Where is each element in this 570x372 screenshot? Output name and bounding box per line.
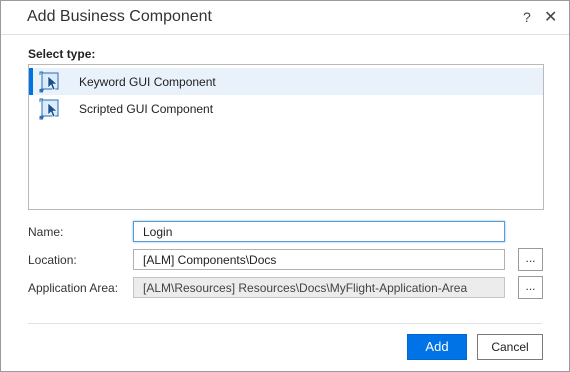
cancel-button[interactable]: Cancel — [477, 334, 543, 360]
type-item-label: Scripted GUI Component — [79, 102, 214, 116]
dialog-title: Add Business Component — [27, 8, 212, 25]
component-type-list[interactable]: Keyword GUI Component Scripted GUI Compo… — [28, 64, 544, 210]
add-business-component-dialog: Add Business Component ? ✕ Select type: … — [0, 0, 570, 372]
help-icon[interactable]: ? — [523, 9, 531, 25]
location-label: Location: — [28, 253, 77, 267]
name-label: Name: — [28, 225, 64, 239]
scripted-component-icon — [39, 98, 61, 120]
type-item-scripted-gui[interactable]: Scripted GUI Component — [29, 95, 543, 122]
close-icon[interactable]: ✕ — [544, 7, 557, 27]
type-item-label: Keyword GUI Component — [79, 75, 216, 89]
location-field[interactable] — [133, 249, 505, 270]
type-item-keyword-gui[interactable]: Keyword GUI Component — [29, 68, 543, 95]
footer-divider — [28, 323, 542, 324]
application-area-browse-button[interactable]: ... — [518, 276, 543, 299]
keyword-component-icon — [39, 71, 61, 93]
add-button[interactable]: Add — [407, 334, 467, 360]
application-area-label: Application Area: — [28, 281, 119, 295]
select-type-label: Select type: — [28, 47, 96, 61]
title-bar: Add Business Component ? ✕ — [1, 1, 569, 35]
application-area-field — [133, 277, 505, 298]
location-browse-button[interactable]: ... — [518, 248, 543, 271]
name-field[interactable] — [133, 221, 505, 242]
